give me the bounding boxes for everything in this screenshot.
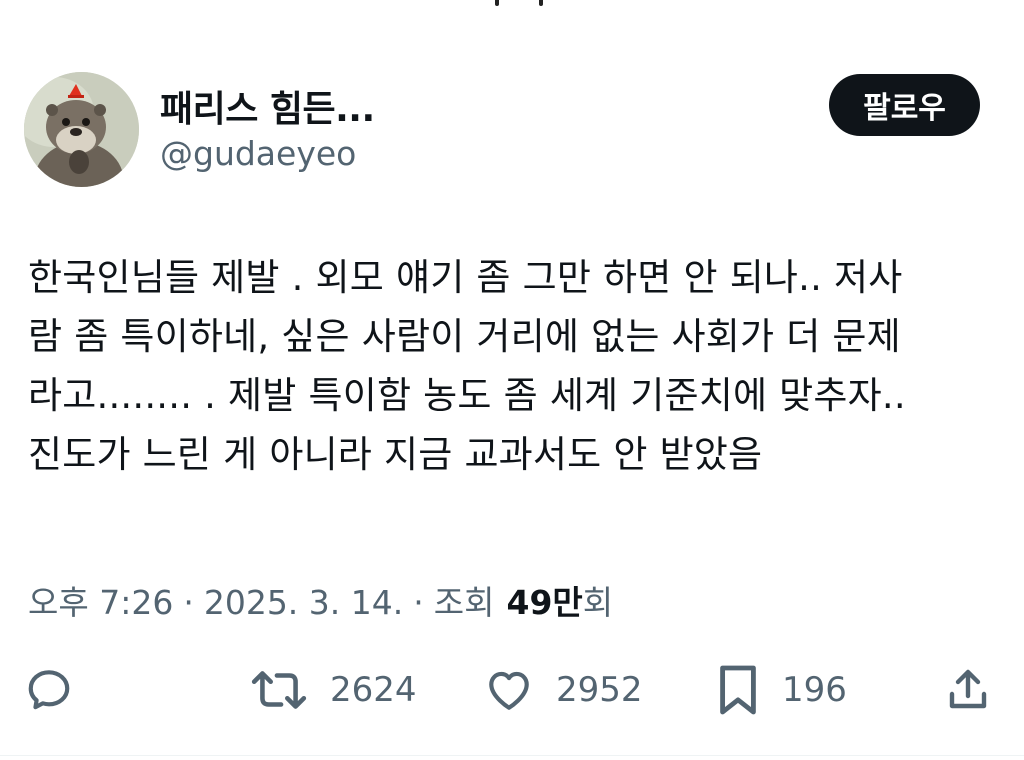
heart-icon — [489, 671, 529, 710]
tweet-time[interactable]: 오후 7:26 — [28, 576, 173, 624]
tweet-meta: 오후 7:26 · 2025. 3. 14. · 조회 49만 회 — [28, 576, 613, 624]
retweet-button[interactable]: 2624 — [250, 660, 417, 720]
like-button[interactable]: 2952 — [484, 660, 643, 720]
tweet-text-line: 한국인님들 제발 . 외모 얘기 좀 그만 하면 안 되나.. 저사 — [28, 256, 903, 299]
bottom-divider — [0, 755, 1024, 756]
tweet-actions: 2624 2952 196 — [0, 660, 1024, 720]
retweet-icon — [251, 671, 307, 709]
retweet-count: 2624 — [330, 670, 417, 710]
top-edge-fragment — [495, 0, 545, 8]
author-handle[interactable]: @gudaeyeo — [160, 134, 356, 173]
bookmark-count: 196 — [782, 670, 847, 710]
author-display-name[interactable]: 패리스 힘든... — [160, 80, 375, 132]
tweet-text-line: 라고........ . 제발 특이함 농도 좀 세계 기준치에 맞추자.. — [28, 374, 906, 417]
tweet-date[interactable]: 2025. 3. 14. — [204, 583, 403, 622]
meta-separator: · — [183, 583, 194, 622]
meta-separator: · — [413, 583, 424, 622]
views-count[interactable]: 49만 — [506, 576, 582, 624]
share-icon — [949, 669, 987, 709]
reply-button[interactable] — [24, 660, 74, 720]
share-button[interactable] — [944, 660, 992, 720]
bookmark-icon — [720, 665, 756, 715]
tweet-text: 한국인님들 제발 . 외모 얘기 좀 그만 하면 안 되나.. 저사 람 좀 특… — [28, 248, 1003, 484]
views-label: 조회 — [433, 583, 495, 622]
reply-icon — [28, 670, 70, 710]
bookmark-button[interactable]: 196 — [716, 660, 847, 720]
otter-avatar-image — [24, 72, 139, 187]
tweet-detail-page: 패리스 힘든... @gudaeyeo 팔로우 한국인님들 제발 . 외모 얘기… — [0, 0, 1024, 760]
tweet-text-line: 진도가 느린 게 아니라 지금 교과서도 안 받았음 — [28, 433, 763, 476]
follow-button[interactable]: 팔로우 — [829, 74, 980, 136]
like-count: 2952 — [556, 670, 643, 710]
views-suffix: 회 — [582, 583, 614, 622]
tweet-text-line: 람 좀 특이하네, 싶은 사람이 거리에 없는 사회가 더 문제 — [28, 315, 901, 358]
avatar[interactable] — [24, 72, 139, 187]
